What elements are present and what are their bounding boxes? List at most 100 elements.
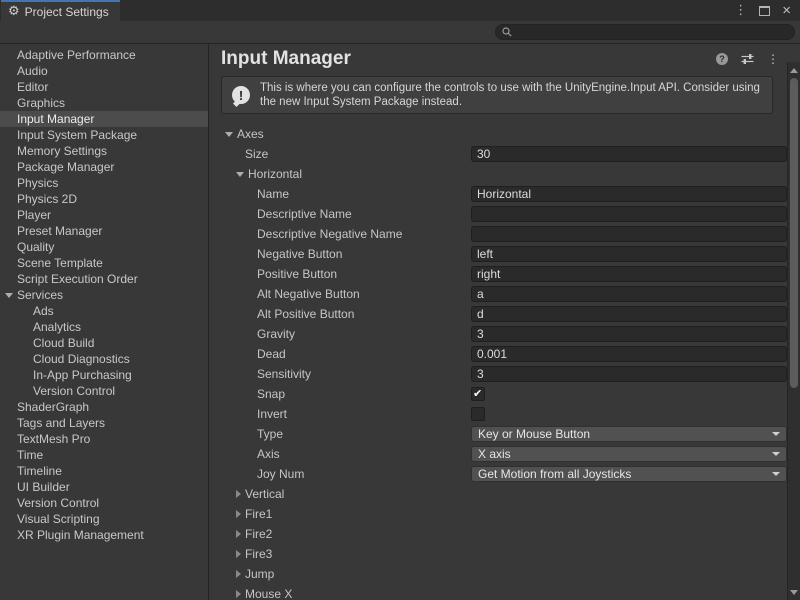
sidebar-item-cloud-diagnostics[interactable]: Cloud Diagnostics bbox=[0, 351, 208, 367]
sidebar-item-in-app-purchasing[interactable]: In-App Purchasing bbox=[0, 367, 208, 383]
sidebar-item-scene-template[interactable]: Scene Template bbox=[0, 255, 208, 271]
text-field-positive-button[interactable]: right bbox=[471, 266, 787, 282]
text-field-alt-negative-button[interactable]: a bbox=[471, 286, 787, 302]
scroll-down-button[interactable] bbox=[788, 586, 800, 598]
text-field-sensitivity[interactable]: 3 bbox=[471, 366, 787, 382]
foldout-open-icon[interactable] bbox=[236, 172, 244, 177]
sidebar-item-version-control[interactable]: Version Control bbox=[0, 383, 208, 399]
property-row-fire1: Fire1 bbox=[209, 504, 787, 524]
sidebar-item-label: Ads bbox=[33, 304, 54, 318]
sidebar-item-preset-manager[interactable]: Preset Manager bbox=[0, 223, 208, 239]
sidebar-item-label: Time bbox=[17, 448, 43, 462]
presets-sliders-icon[interactable] bbox=[741, 53, 754, 65]
foldout-collapsed-icon[interactable] bbox=[236, 590, 241, 598]
checkbox-snap[interactable] bbox=[471, 387, 485, 401]
sidebar: Adaptive PerformanceAudioEditorGraphicsI… bbox=[0, 44, 209, 600]
sidebar-item-input-system-package[interactable]: Input System Package bbox=[0, 127, 208, 143]
sidebar-item-input-manager[interactable]: Input Manager bbox=[0, 111, 208, 127]
property-label: Gravity bbox=[257, 327, 295, 341]
property-label[interactable]: Axes bbox=[237, 127, 264, 141]
sidebar-item-timeline[interactable]: Timeline bbox=[0, 463, 208, 479]
sidebar-item-label: Input Manager bbox=[17, 112, 94, 126]
sidebar-item-analytics[interactable]: Analytics bbox=[0, 319, 208, 335]
foldout-collapsed-icon[interactable] bbox=[236, 510, 241, 518]
sidebar-item-memory-settings[interactable]: Memory Settings bbox=[0, 143, 208, 159]
sidebar-item-script-execution-order[interactable]: Script Execution Order bbox=[0, 271, 208, 287]
property-label[interactable]: Fire3 bbox=[245, 547, 272, 561]
sidebar-item-physics[interactable]: Physics bbox=[0, 175, 208, 191]
foldout-open-icon[interactable] bbox=[5, 293, 13, 298]
property-label[interactable]: Jump bbox=[245, 567, 274, 581]
foldout-collapsed-icon[interactable] bbox=[236, 570, 241, 578]
sidebar-item-editor[interactable]: Editor bbox=[0, 79, 208, 95]
dropdown-joy-num[interactable]: Get Motion from all Joysticks bbox=[471, 466, 787, 482]
text-field-alt-positive-button[interactable]: d bbox=[471, 306, 787, 322]
property-label[interactable]: Vertical bbox=[245, 487, 284, 501]
close-icon[interactable]: × bbox=[782, 3, 791, 18]
property-row-fire3: Fire3 bbox=[209, 544, 787, 564]
property-label[interactable]: Fire2 bbox=[245, 527, 272, 541]
scrollbar-thumb[interactable] bbox=[790, 78, 798, 388]
sidebar-item-shadergraph[interactable]: ShaderGraph bbox=[0, 399, 208, 415]
dropdown-axis[interactable]: X axis bbox=[471, 446, 787, 462]
sidebar-item-label: Analytics bbox=[33, 320, 81, 334]
sidebar-item-player[interactable]: Player bbox=[0, 207, 208, 223]
help-box-text: This is where you can configure the cont… bbox=[260, 81, 764, 109]
tab-project-settings[interactable]: ⚙ Project Settings bbox=[1, 0, 120, 21]
sidebar-item-quality[interactable]: Quality bbox=[0, 239, 208, 255]
sidebar-item-tags-and-layers[interactable]: Tags and Layers bbox=[0, 415, 208, 431]
help-icon[interactable]: ? bbox=[716, 53, 728, 65]
text-field-gravity[interactable]: 3 bbox=[471, 326, 787, 342]
text-field-size[interactable]: 30 bbox=[471, 146, 787, 162]
sidebar-item-ui-builder[interactable]: UI Builder bbox=[0, 479, 208, 495]
property-label[interactable]: Horizontal bbox=[248, 167, 302, 181]
property-row-joy-num: Joy NumGet Motion from all Joysticks bbox=[209, 464, 787, 484]
sidebar-item-version-control[interactable]: Version Control bbox=[0, 495, 208, 511]
property-row-fire2: Fire2 bbox=[209, 524, 787, 544]
main-header: Input Manager ? ⋮ bbox=[209, 44, 787, 72]
text-field-dead[interactable]: 0.001 bbox=[471, 346, 787, 362]
property-label[interactable]: Mouse X bbox=[245, 587, 292, 600]
sidebar-item-label: XR Plugin Management bbox=[17, 528, 144, 542]
maximize-icon[interactable] bbox=[759, 6, 770, 16]
search-input[interactable] bbox=[516, 26, 788, 38]
property-label: Axis bbox=[257, 447, 280, 461]
search-box[interactable] bbox=[495, 24, 795, 40]
sidebar-item-textmesh-pro[interactable]: TextMesh Pro bbox=[0, 431, 208, 447]
context-menu-icon[interactable]: ⋮ bbox=[767, 53, 779, 65]
checkbox-invert[interactable] bbox=[471, 407, 485, 421]
sidebar-item-time[interactable]: Time bbox=[0, 447, 208, 463]
foldout-collapsed-icon[interactable] bbox=[236, 490, 241, 498]
vertical-scrollbar[interactable] bbox=[787, 62, 800, 600]
scroll-up-button[interactable] bbox=[788, 64, 800, 76]
sidebar-item-label: TextMesh Pro bbox=[17, 432, 90, 446]
dropdown-type[interactable]: Key or Mouse Button bbox=[471, 426, 787, 442]
sidebar-item-package-manager[interactable]: Package Manager bbox=[0, 159, 208, 175]
info-bubble-icon: ! bbox=[232, 86, 250, 104]
sidebar-item-cloud-build[interactable]: Cloud Build bbox=[0, 335, 208, 351]
sidebar-item-adaptive-performance[interactable]: Adaptive Performance bbox=[0, 47, 208, 63]
main-panel: Input Manager ? ⋮ ! This is where you ca… bbox=[209, 44, 800, 600]
sidebar-item-label: Services bbox=[17, 288, 63, 302]
text-field-negative-button[interactable]: left bbox=[471, 246, 787, 262]
foldout-collapsed-icon[interactable] bbox=[236, 530, 241, 538]
text-field-name[interactable]: Horizontal bbox=[471, 186, 787, 202]
sidebar-item-visual-scripting[interactable]: Visual Scripting bbox=[0, 511, 208, 527]
window-menu-icon[interactable]: ⋮ bbox=[734, 4, 747, 17]
foldout-open-icon[interactable] bbox=[225, 132, 233, 137]
text-field-descriptive-negative-name[interactable] bbox=[471, 226, 787, 242]
property-label[interactable]: Fire1 bbox=[245, 507, 272, 521]
property-label: Sensitivity bbox=[257, 367, 311, 381]
foldout-collapsed-icon[interactable] bbox=[236, 550, 241, 558]
sidebar-item-xr-plugin-management[interactable]: XR Plugin Management bbox=[0, 527, 208, 543]
sidebar-item-graphics[interactable]: Graphics bbox=[0, 95, 208, 111]
sidebar-item-audio[interactable]: Audio bbox=[0, 63, 208, 79]
arrow-down-icon bbox=[790, 590, 798, 595]
sidebar-item-services[interactable]: Services bbox=[0, 287, 208, 303]
sidebar-item-physics-2d[interactable]: Physics 2D bbox=[0, 191, 208, 207]
text-field-descriptive-name[interactable] bbox=[471, 206, 787, 222]
help-box: ! This is where you can configure the co… bbox=[221, 76, 773, 114]
property-row-positive-button: Positive Buttonright bbox=[209, 264, 787, 284]
sidebar-item-ads[interactable]: Ads bbox=[0, 303, 208, 319]
sidebar-item-label: Tags and Layers bbox=[17, 416, 105, 430]
